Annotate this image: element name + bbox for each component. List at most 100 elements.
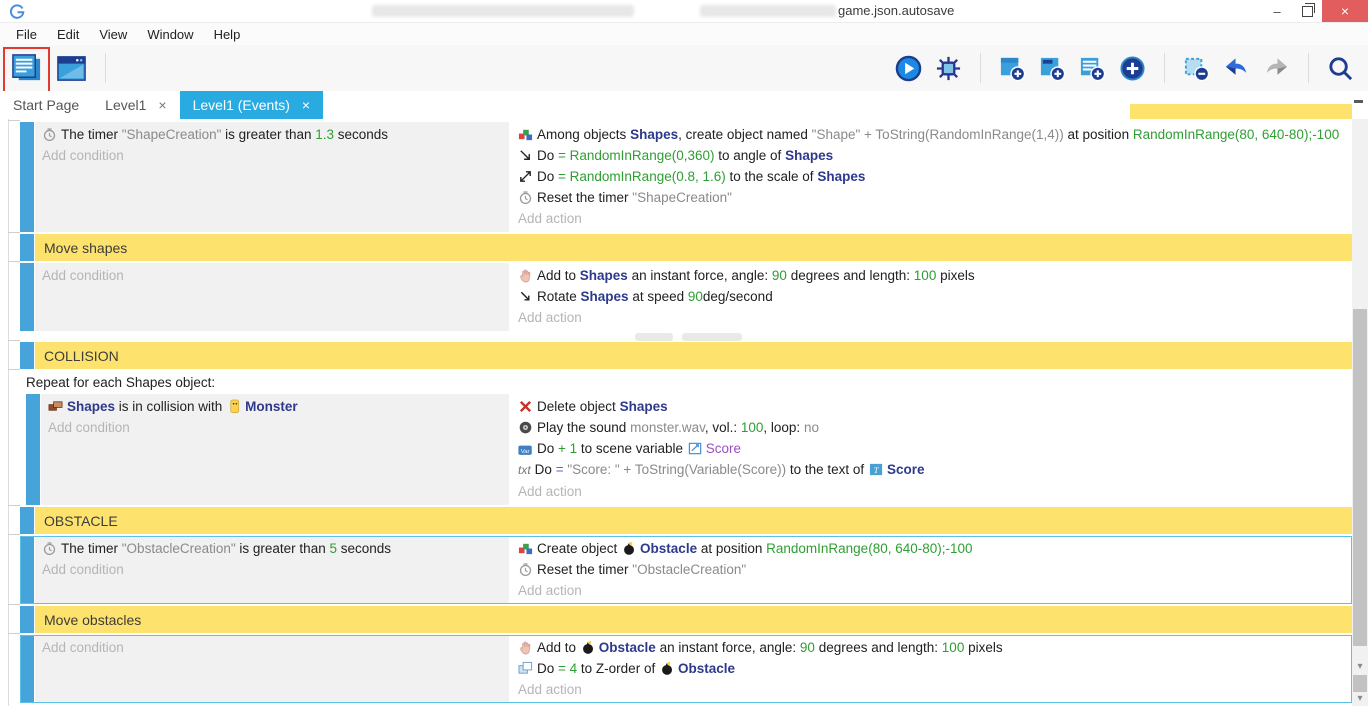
scene-editor-button[interactable] bbox=[55, 52, 88, 85]
search-button[interactable] bbox=[1327, 55, 1354, 82]
conditions-column[interactable]: The timer "ShapeCreation" is greater tha… bbox=[35, 122, 509, 232]
add-action-link[interactable]: Add action bbox=[511, 679, 1352, 700]
comment-text[interactable]: Move obstacles bbox=[35, 606, 1352, 633]
conditions-column[interactable]: Add condition bbox=[35, 635, 509, 703]
comment-row[interactable]: OBSTACLE bbox=[20, 507, 1352, 534]
add-condition-link[interactable]: Add condition bbox=[35, 265, 509, 286]
conditions-column[interactable]: The timer "ObstacleCreation" is greater … bbox=[35, 536, 509, 604]
gdevelop-logo-icon bbox=[9, 3, 25, 19]
event-handle[interactable] bbox=[20, 122, 34, 232]
action-line[interactable]: Do = RandomInRange(0.8, 1.6) to the scal… bbox=[511, 166, 1352, 187]
event-handle[interactable] bbox=[20, 606, 34, 633]
comment-row[interactable]: Move obstacles bbox=[20, 606, 1352, 633]
window-controls: – × bbox=[1262, 0, 1368, 22]
delete-icon bbox=[518, 399, 533, 414]
menu-item-file[interactable]: File bbox=[6, 25, 47, 44]
remove-event-button[interactable] bbox=[1183, 55, 1210, 82]
tab-close-icon[interactable]: × bbox=[302, 97, 310, 113]
action-line[interactable]: Add to Obstacle an instant force, angle:… bbox=[511, 637, 1352, 658]
action-line[interactable]: Add to Shapes an instant force, angle: 9… bbox=[511, 265, 1352, 286]
add-action-link[interactable]: Add action bbox=[511, 580, 1352, 601]
event-row[interactable]: Add conditionAdd to Obstacle an instant … bbox=[20, 635, 1352, 703]
menu-item-window[interactable]: Window bbox=[137, 25, 203, 44]
restore-button[interactable] bbox=[1292, 0, 1322, 22]
menu-item-edit[interactable]: Edit bbox=[47, 25, 89, 44]
event-handle[interactable] bbox=[20, 536, 34, 604]
add-action-link[interactable]: Add action bbox=[511, 481, 1352, 502]
condition-line[interactable]: Shapes is in collision with Monster bbox=[41, 396, 509, 417]
scrollbar-mini-thumb[interactable] bbox=[1353, 675, 1367, 692]
drop-indicator-gap bbox=[20, 333, 1352, 340]
action-line[interactable]: Rotate Shapes at speed 90deg/second bbox=[511, 286, 1352, 307]
tab-level1[interactable]: Level1× bbox=[92, 91, 179, 119]
condition-line[interactable]: The timer "ObstacleCreation" is greater … bbox=[35, 538, 509, 559]
text-segment: = bbox=[556, 462, 568, 477]
comment-text[interactable]: Move shapes bbox=[35, 234, 1352, 261]
timer-icon bbox=[42, 127, 57, 142]
add-condition-link[interactable]: Add condition bbox=[35, 637, 509, 658]
event-handle[interactable] bbox=[26, 394, 40, 505]
comment-text[interactable]: OBSTACLE bbox=[35, 507, 1352, 534]
add-event-button[interactable] bbox=[999, 55, 1026, 82]
text-segment: to angle of bbox=[715, 148, 786, 163]
actions-column[interactable]: Add to Obstacle an instant force, angle:… bbox=[511, 635, 1352, 703]
tab-start-page[interactable]: Start Page bbox=[0, 91, 92, 119]
add-condition-link[interactable]: Add condition bbox=[41, 417, 509, 438]
event-handle[interactable] bbox=[20, 234, 34, 261]
close-button[interactable]: × bbox=[1322, 0, 1368, 22]
scroll-down-icon[interactable]: ▾ bbox=[1357, 661, 1362, 674]
search-icon bbox=[1327, 55, 1354, 82]
action-line[interactable]: Do = 4 to Z-order of Obstacle bbox=[511, 658, 1352, 679]
actions-column[interactable]: Create object Obstacle at position Rando… bbox=[511, 536, 1352, 604]
menu-item-help[interactable]: Help bbox=[204, 25, 251, 44]
scrollbar-thumb[interactable] bbox=[1353, 309, 1367, 646]
play-button[interactable] bbox=[895, 55, 922, 82]
event-row[interactable]: Add conditionAdd to Shapes an instant fo… bbox=[20, 263, 1352, 331]
action-line[interactable]: Reset the timer "ShapeCreation" bbox=[511, 187, 1352, 208]
add-action-link[interactable]: Add action bbox=[511, 208, 1352, 229]
action-line[interactable]: Do = RandomInRange(0,360) to angle of Sh… bbox=[511, 145, 1352, 166]
add-circle-plus-button[interactable] bbox=[1119, 55, 1146, 82]
add-comment-button[interactable] bbox=[1079, 55, 1106, 82]
event-row[interactable]: The timer "ObstacleCreation" is greater … bbox=[20, 536, 1352, 604]
condition-line[interactable]: The timer "ShapeCreation" is greater tha… bbox=[35, 124, 509, 145]
add-condition-link[interactable]: Add condition bbox=[35, 145, 509, 166]
actions-column[interactable]: Add to Shapes an instant force, angle: 9… bbox=[511, 263, 1352, 331]
menu-item-view[interactable]: View bbox=[89, 25, 137, 44]
obstacle-icon bbox=[660, 661, 675, 676]
event-handle[interactable] bbox=[20, 507, 34, 534]
event-handle[interactable] bbox=[20, 263, 34, 331]
action-line[interactable]: Delete object Shapes bbox=[511, 396, 1352, 417]
tab-close-icon[interactable]: × bbox=[158, 97, 166, 113]
comment-row[interactable]: COLLISION bbox=[20, 342, 1352, 369]
redo-button[interactable] bbox=[1263, 55, 1290, 82]
event-row[interactable]: The timer "ShapeCreation" is greater tha… bbox=[20, 122, 1352, 232]
minimize-button[interactable]: – bbox=[1262, 0, 1292, 22]
events-sheet-button[interactable] bbox=[10, 52, 43, 85]
event-handle[interactable] bbox=[20, 635, 34, 703]
debug-button[interactable] bbox=[935, 55, 962, 82]
play-icon bbox=[895, 55, 922, 82]
repeat-event-row[interactable]: Repeat for each Shapes object:Shapes is … bbox=[20, 371, 1352, 505]
action-line[interactable]: Reset the timer "ObstacleCreation" bbox=[511, 559, 1352, 580]
undo-button[interactable] bbox=[1223, 55, 1250, 82]
action-line[interactable]: Create object Obstacle at position Rando… bbox=[511, 538, 1352, 559]
add-condition-link[interactable]: Add condition bbox=[35, 559, 509, 580]
add-action-link[interactable]: Add action bbox=[511, 307, 1352, 328]
vertical-scrollbar[interactable]: ▾ ▾ bbox=[1352, 119, 1368, 706]
action-line[interactable]: VarDo + 1 to scene variable Score bbox=[511, 438, 1352, 459]
event-handle[interactable] bbox=[20, 342, 34, 369]
comment-text[interactable]: COLLISION bbox=[35, 342, 1352, 369]
comment-row[interactable]: Move shapes bbox=[20, 234, 1352, 261]
tab-level1-events-[interactable]: Level1 (Events)× bbox=[180, 91, 323, 119]
actions-column[interactable]: Among objects Shapes, create object name… bbox=[511, 122, 1352, 232]
conditions-column[interactable]: Add condition bbox=[35, 263, 509, 331]
add-subevent-button[interactable] bbox=[1039, 55, 1066, 82]
scroll-down-icon[interactable]: ▾ bbox=[1357, 693, 1362, 706]
actions-column[interactable]: Delete object ShapesPlay the sound monst… bbox=[511, 394, 1352, 505]
action-line[interactable]: Among objects Shapes, create object name… bbox=[511, 124, 1352, 145]
repeat-header[interactable]: Repeat for each Shapes object: bbox=[20, 371, 1352, 394]
action-line[interactable]: Play the sound monster.wav, vol.: 100, l… bbox=[511, 417, 1352, 438]
conditions-column[interactable]: Shapes is in collision with MonsterAdd c… bbox=[41, 394, 509, 505]
action-line[interactable]: txtDo = "Score: " + ToString(Variable(Sc… bbox=[511, 459, 1352, 481]
